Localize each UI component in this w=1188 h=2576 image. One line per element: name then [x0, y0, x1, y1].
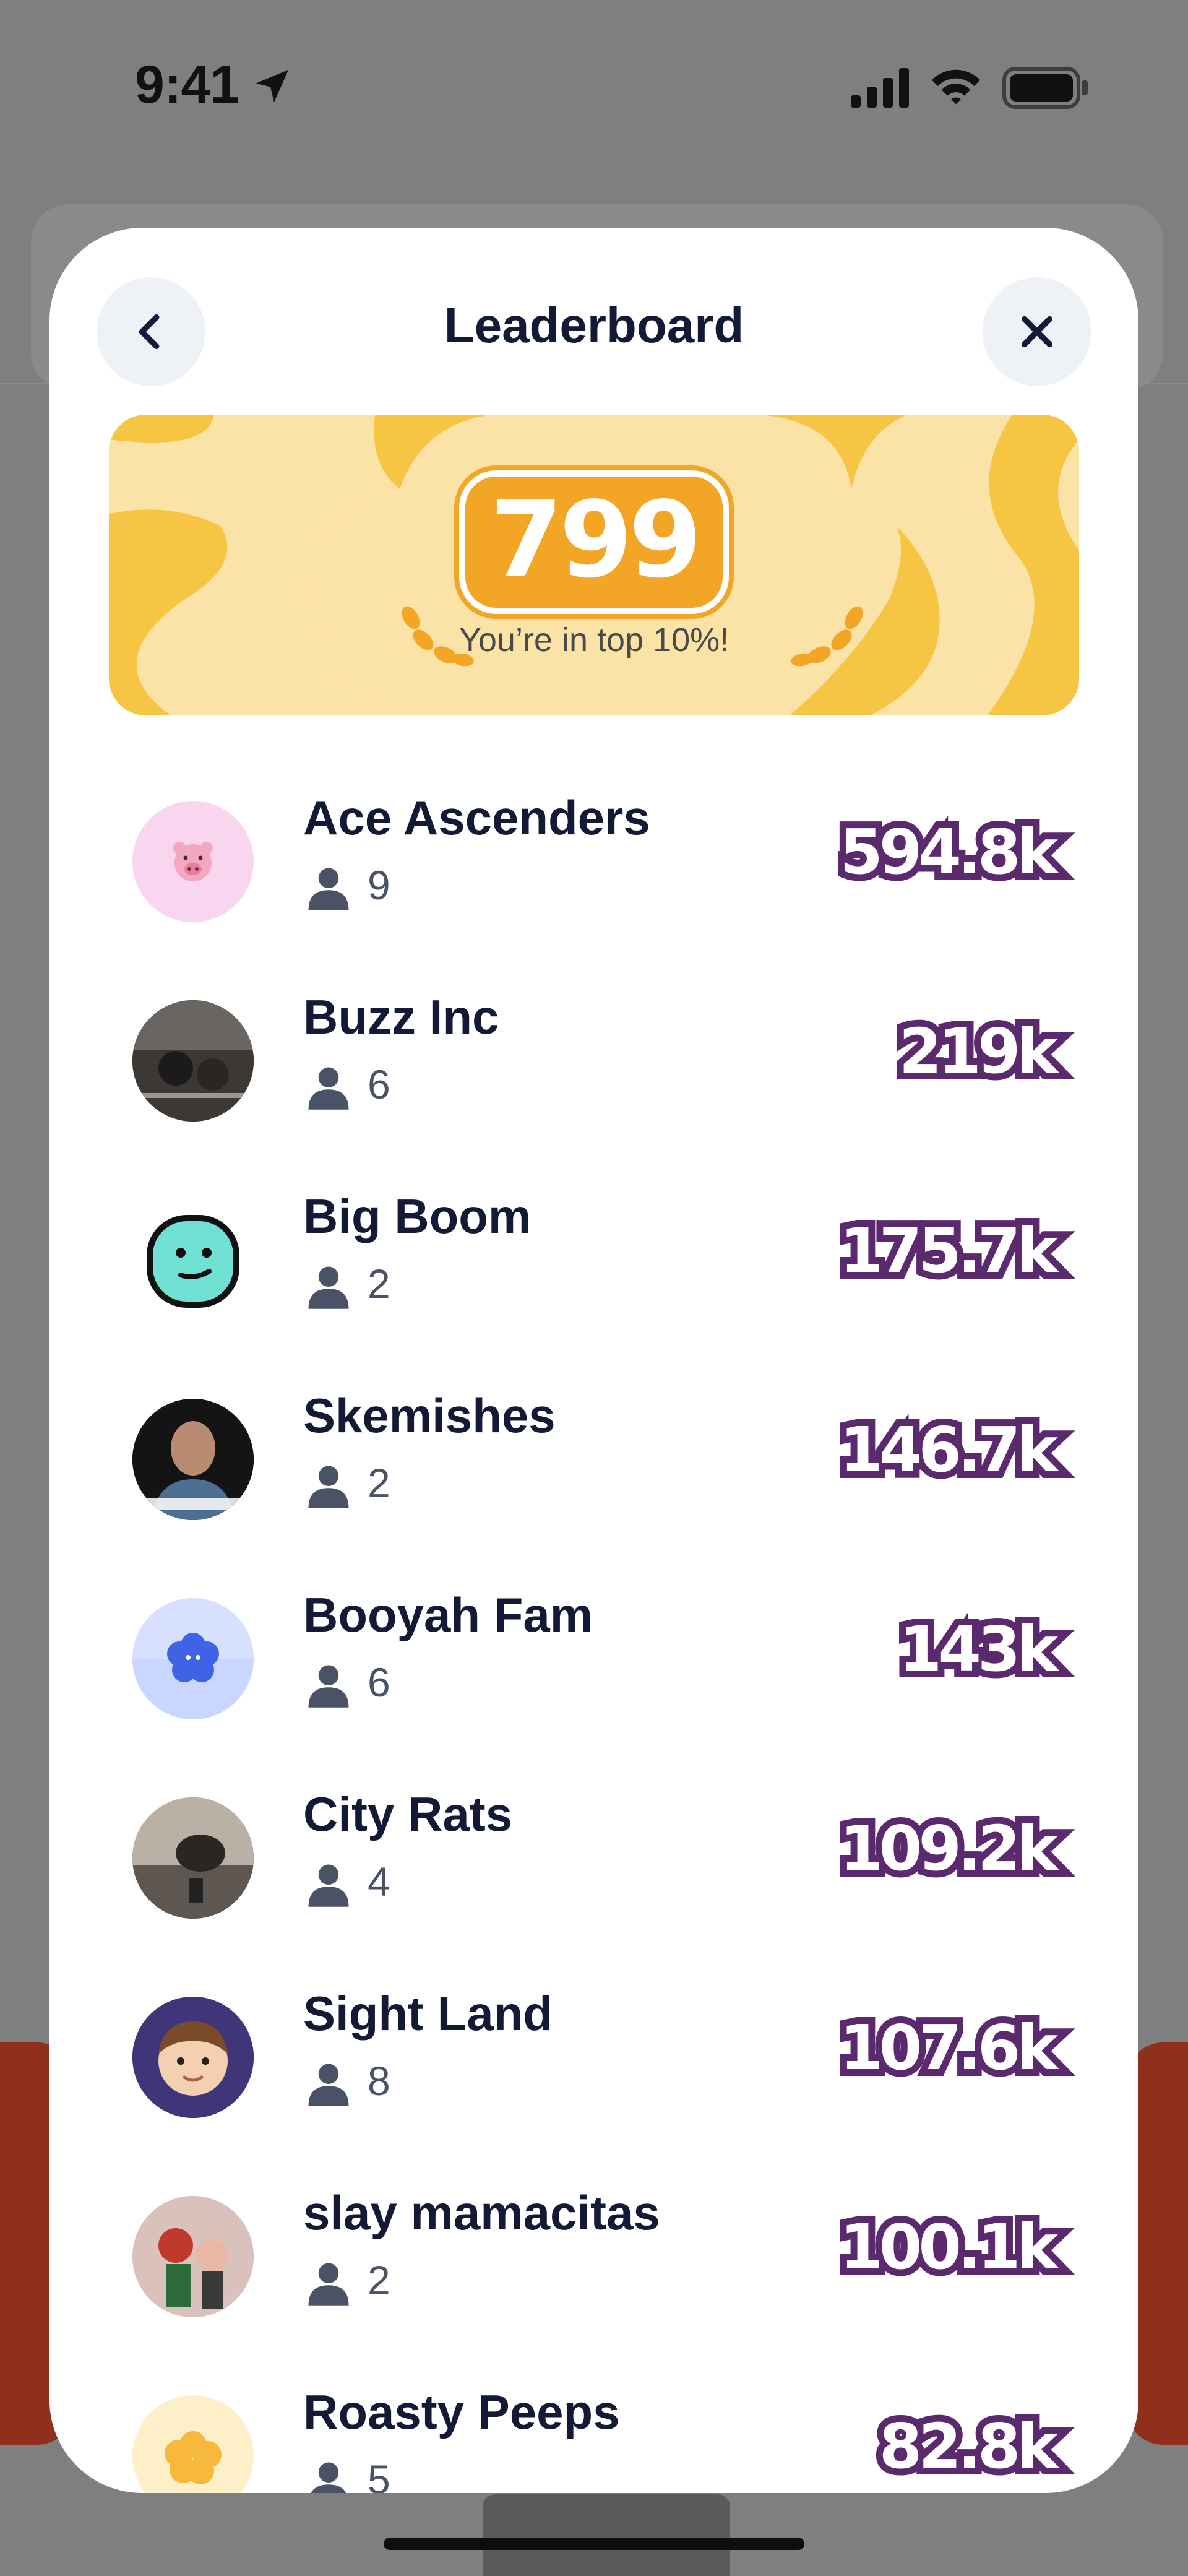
status-bar: 9:41 — [0, 0, 1188, 173]
member-count: 6 — [368, 1061, 390, 1107]
team-name: Roasty Peeps — [303, 2385, 620, 2439]
team-name: City Rats — [303, 1787, 513, 1841]
photo-avatar — [132, 1797, 254, 1919]
close-button[interactable] — [983, 277, 1091, 386]
cellular-signal-icon — [851, 68, 909, 108]
team-points: 146.7k — [833, 1407, 1065, 1493]
background-thumbnail — [483, 2494, 730, 2576]
member-count: 2 — [368, 1460, 390, 1506]
score-banner: 799 You’re in top 10%! — [109, 415, 1079, 715]
team-points: 109.2k — [833, 1805, 1065, 1891]
team-points: 175.7k — [833, 1208, 1065, 1294]
leaderboard-row[interactable]: Sight Land 8 107.6k — [50, 1986, 1138, 2196]
leaderboard-row[interactable]: City Rats 4 109.2k — [50, 1787, 1138, 1997]
member-count: 5 — [368, 2457, 390, 2493]
member-count: 2 — [368, 1261, 390, 1307]
team-points: 82.8k — [872, 2403, 1065, 2489]
person-icon — [308, 1665, 349, 1708]
photo-avatar — [132, 1000, 254, 1122]
leaderboard-row[interactable]: Ace Ascenders 9 594.8k — [50, 790, 1138, 1000]
member-count: 6 — [368, 1659, 390, 1705]
smiley-face-avatar — [132, 1199, 254, 1321]
person-icon — [308, 1266, 349, 1309]
cartoon-boy-avatar — [132, 1997, 254, 2118]
team-name: Ace Ascenders — [303, 790, 650, 845]
wifi-icon — [931, 69, 981, 105]
battery-icon — [1002, 67, 1088, 109]
person-icon — [308, 2263, 349, 2306]
team-points: 100.1k — [833, 2204, 1065, 2290]
team-points: 594.8k — [833, 809, 1065, 895]
team-name: slay mamacitas — [303, 2185, 660, 2240]
person-icon — [311, 2462, 346, 2493]
photo-avatar — [132, 2196, 254, 2317]
member-count: 8 — [368, 2058, 390, 2104]
member-count: 4 — [368, 1859, 390, 1904]
leaderboard-row[interactable]: Skemishes 2 146.7k — [50, 1388, 1138, 1598]
team-name: Skemishes — [303, 1388, 556, 1443]
person-icon — [308, 2064, 349, 2106]
member-count: 9 — [368, 862, 390, 908]
flower-blob-avatar — [132, 1598, 254, 1719]
member-count: 2 — [368, 2257, 390, 2303]
person-icon — [308, 868, 349, 910]
score-badge: 799 — [109, 470, 1079, 614]
person-icon — [308, 1067, 349, 1110]
photo-avatar — [132, 1399, 254, 1520]
person-icon — [308, 1466, 349, 1508]
home-indicator[interactable] — [384, 2538, 804, 2550]
team-name: Buzz Inc — [303, 990, 499, 1044]
team-name: Booyah Fam — [303, 1588, 593, 1642]
status-time: 9:41 — [135, 55, 239, 115]
location-arrow-icon — [256, 69, 289, 103]
leaderboard-row[interactable]: slay mamacitas 2 100.1k — [50, 2185, 1138, 2395]
leaderboard-row[interactable]: Buzz Inc 6 219k — [50, 990, 1138, 1199]
team-points: 107.6k — [833, 2005, 1065, 2091]
leaderboard-modal: Leaderboard 799 You’re in top 10%! Ace A… — [50, 228, 1138, 2493]
leaderboard-row[interactable]: Big Boom 2 175.7k — [50, 1189, 1138, 1399]
yellow-blob-avatar — [132, 2395, 254, 2493]
rank-subtitle: You’re in top 10%! — [458, 621, 730, 659]
team-points: 219k — [892, 1008, 1065, 1094]
page-title: Leaderboard — [444, 298, 744, 353]
close-icon — [1021, 316, 1053, 348]
leaderboard-row[interactable]: Roasty Peeps 5 82.8k — [50, 2385, 1138, 2493]
pig-emoji-avatar — [132, 801, 254, 922]
team-points: 143k — [892, 1606, 1065, 1692]
leaderboard-row[interactable]: Booyah Fam 6 143k — [50, 1588, 1138, 1797]
person-icon — [308, 1864, 349, 1907]
team-name: Big Boom — [303, 1189, 532, 1243]
score-value: 799 — [458, 470, 730, 614]
team-name: Sight Land — [303, 1986, 553, 2041]
